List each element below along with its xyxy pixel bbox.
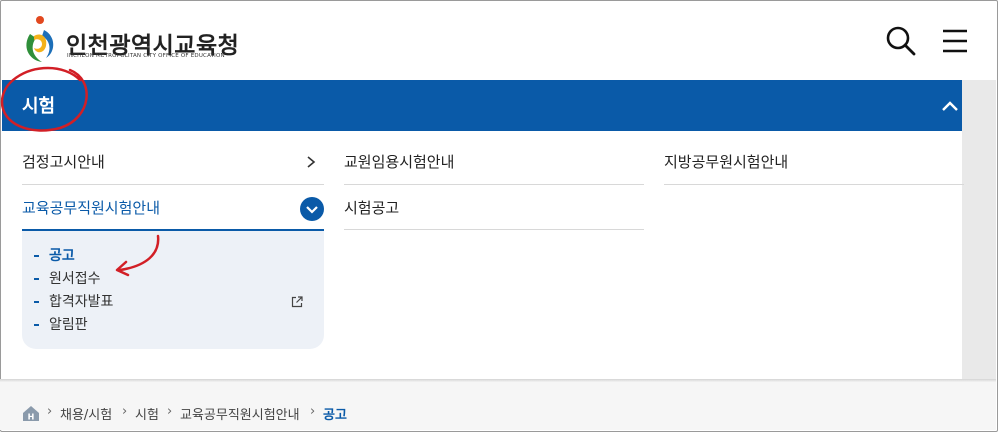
chevron-right-icon[interactable]	[304, 155, 318, 169]
breadcrumb-separator: ›	[47, 404, 53, 419]
chevron-down-icon	[306, 206, 318, 214]
breadcrumb-separator: ›	[310, 404, 316, 419]
expand-button[interactable]	[300, 197, 324, 221]
submenu-item-board[interactable]: 알림판	[34, 314, 88, 334]
breadcrumb-separator: ›	[167, 404, 173, 419]
submenu-label: 합격자발표	[49, 294, 114, 310]
submenu-item-results[interactable]: 합격자발표	[34, 291, 113, 311]
chevron-up-icon[interactable]	[938, 94, 962, 118]
external-link-icon[interactable]	[291, 296, 303, 308]
svg-text:H: H	[28, 413, 35, 422]
submenu-label: 원서접수	[49, 271, 101, 287]
divider	[664, 184, 964, 185]
site-header: 인천광역시교육청 INCHEON METROPOLITAN CITY OFFIC…	[2, 2, 995, 80]
bullet-dash	[34, 324, 39, 326]
menu-item-teacher-exam[interactable]: 교원임용시험안내	[344, 151, 454, 172]
menu-item-local-official-exam[interactable]: 지방공무원시험안내	[664, 151, 788, 172]
scrollbar[interactable]	[962, 80, 996, 380]
divider	[344, 184, 644, 185]
submenu-item-notice[interactable]: 공고	[34, 245, 75, 265]
breadcrumb-item[interactable]: 시험	[135, 404, 159, 423]
section-title: 시험	[22, 96, 56, 117]
divider	[344, 229, 644, 230]
breadcrumb-item[interactable]: 채용/시험	[60, 404, 112, 423]
divider	[22, 184, 324, 185]
bullet-dash	[34, 255, 39, 257]
search-icon[interactable]	[884, 24, 918, 58]
menu-item-qualification-exam[interactable]: 검정고시안내	[22, 151, 105, 172]
hamburger-menu-icon[interactable]	[940, 26, 970, 56]
section-bar[interactable]: 시험	[2, 80, 962, 131]
logo-subtitle: INCHEON METROPOLITAN CITY OFFICE OF EDUC…	[67, 53, 225, 59]
breadcrumb-separator: ›	[122, 404, 128, 419]
menu-item-exam-notice[interactable]: 시험공고	[344, 197, 399, 218]
bullet-dash	[34, 301, 39, 303]
submenu-label: 공고	[49, 248, 75, 264]
breadcrumb-item[interactable]: 교육공무직원시험안내	[180, 404, 300, 423]
menu-item-education-staff-exam[interactable]: 교육공무직원시험안내	[22, 197, 160, 218]
breadcrumb-current: 공고	[323, 408, 347, 423]
submenu-item-application[interactable]: 원서접수	[34, 268, 101, 288]
logo-emblem-icon[interactable]	[20, 14, 60, 66]
bullet-dash	[34, 278, 39, 280]
submenu-label: 알림판	[49, 317, 88, 333]
home-icon[interactable]: H	[22, 404, 40, 422]
